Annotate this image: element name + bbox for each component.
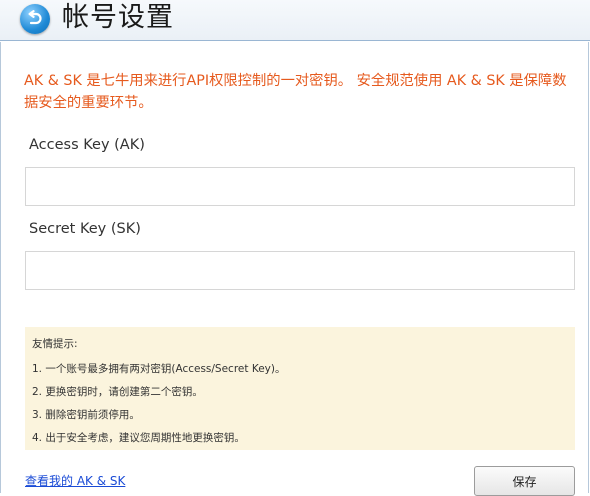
tip-item: 3. 删除密钥前须停用。	[32, 409, 140, 421]
view-my-keys-link[interactable]: 查看我的 AK & SK	[25, 472, 125, 489]
tip-item: 1. 一个账号最多拥有两对密钥(Access/Secret Key)。	[32, 363, 286, 375]
access-key-input[interactable]	[25, 167, 575, 206]
tip-item: 4. 出于安全考虑，建议您周期性地更换密钥。	[32, 432, 245, 444]
notice-text: AK & SK 是七牛用来进行API权限控制的一对密钥。 安全规范使用 AK &…	[24, 73, 567, 111]
access-key-label: Access Key (AK)	[29, 137, 145, 153]
page-title: 帐号设置	[62, 2, 174, 33]
tips-title: 友情提示:	[32, 338, 78, 350]
back-button[interactable]	[20, 4, 50, 34]
save-button[interactable]: 保存	[474, 466, 575, 496]
back-arrow-icon	[28, 10, 42, 25]
secret-key-label: Secret Key (SK)	[29, 221, 141, 237]
tip-item: 2. 更换密钥时，请创建第二个密钥。	[32, 386, 203, 398]
tips-panel: 友情提示: 1. 一个账号最多拥有两对密钥(Access/Secret Key)…	[25, 327, 575, 450]
header-bar: 帐号设置	[0, 0, 590, 41]
secret-key-input[interactable]	[25, 251, 575, 290]
